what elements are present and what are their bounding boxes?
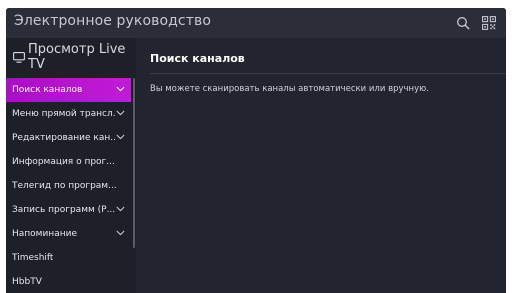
chevron-down-icon bbox=[116, 86, 125, 92]
menu-item-program-guide[interactable]: Телегид по програм... bbox=[6, 174, 131, 198]
chevron-down-icon bbox=[116, 230, 125, 236]
menu-item-program-info[interactable]: Информация о прог... bbox=[6, 150, 131, 174]
menu-item-label: Информация о прог... bbox=[12, 157, 115, 167]
menu-item-label: HbbTV bbox=[12, 277, 42, 287]
main-content: Поиск каналов Вы можете сканировать кана… bbox=[142, 38, 506, 293]
sidebar-title: Просмотр Live TV bbox=[28, 42, 126, 72]
title-divider bbox=[150, 73, 506, 74]
menu-item-label: Телегид по програм... bbox=[12, 181, 116, 191]
page-title: Поиск каналов bbox=[150, 52, 245, 65]
menu-item-channel-search[interactable]: Поиск каналов bbox=[6, 78, 131, 102]
qr-code-icon[interactable] bbox=[480, 14, 498, 32]
app-title: Электронное руководство bbox=[14, 13, 211, 29]
search-icon[interactable] bbox=[454, 14, 472, 32]
menu-item-recording[interactable]: Запись программ (Р... bbox=[6, 198, 131, 222]
sidebar-header: Просмотр Live TV bbox=[6, 38, 136, 78]
menu-item-label: Меню прямой трансл... bbox=[12, 109, 116, 119]
menu-item-label: Редактирование кан... bbox=[12, 133, 116, 143]
menu-item-label: Поиск каналов bbox=[12, 85, 83, 95]
chevron-down-icon bbox=[116, 110, 125, 116]
tv-icon bbox=[13, 52, 25, 63]
guide-screen: Электронное руководство Просмотр Live TV… bbox=[6, 8, 506, 293]
top-bar: Электронное руководство bbox=[6, 8, 506, 38]
menu-item-live-menu[interactable]: Меню прямой трансл... bbox=[6, 102, 131, 126]
menu-item-reminder[interactable]: Напоминание bbox=[6, 222, 131, 246]
menu-item-label: Запись программ (Р... bbox=[12, 205, 116, 215]
page-description: Вы можете сканировать каналы автоматичес… bbox=[150, 84, 429, 94]
menu-item-label: Напоминание bbox=[12, 229, 77, 239]
chevron-down-icon bbox=[116, 134, 125, 140]
menu-item-hbbtv[interactable]: HbbTV bbox=[6, 270, 131, 293]
menu-item-timeshift[interactable]: Timeshift bbox=[6, 246, 131, 270]
menu-item-label: Timeshift bbox=[12, 253, 54, 263]
sidebar-menu: Поиск каналов Меню прямой трансл... Реда… bbox=[6, 78, 136, 293]
sidebar: Просмотр Live TV Поиск каналов Меню прям… bbox=[6, 38, 136, 293]
sidebar-scrollbar[interactable] bbox=[133, 78, 135, 248]
chevron-down-icon bbox=[116, 206, 125, 212]
menu-item-channel-editing[interactable]: Редактирование кан... bbox=[6, 126, 131, 150]
